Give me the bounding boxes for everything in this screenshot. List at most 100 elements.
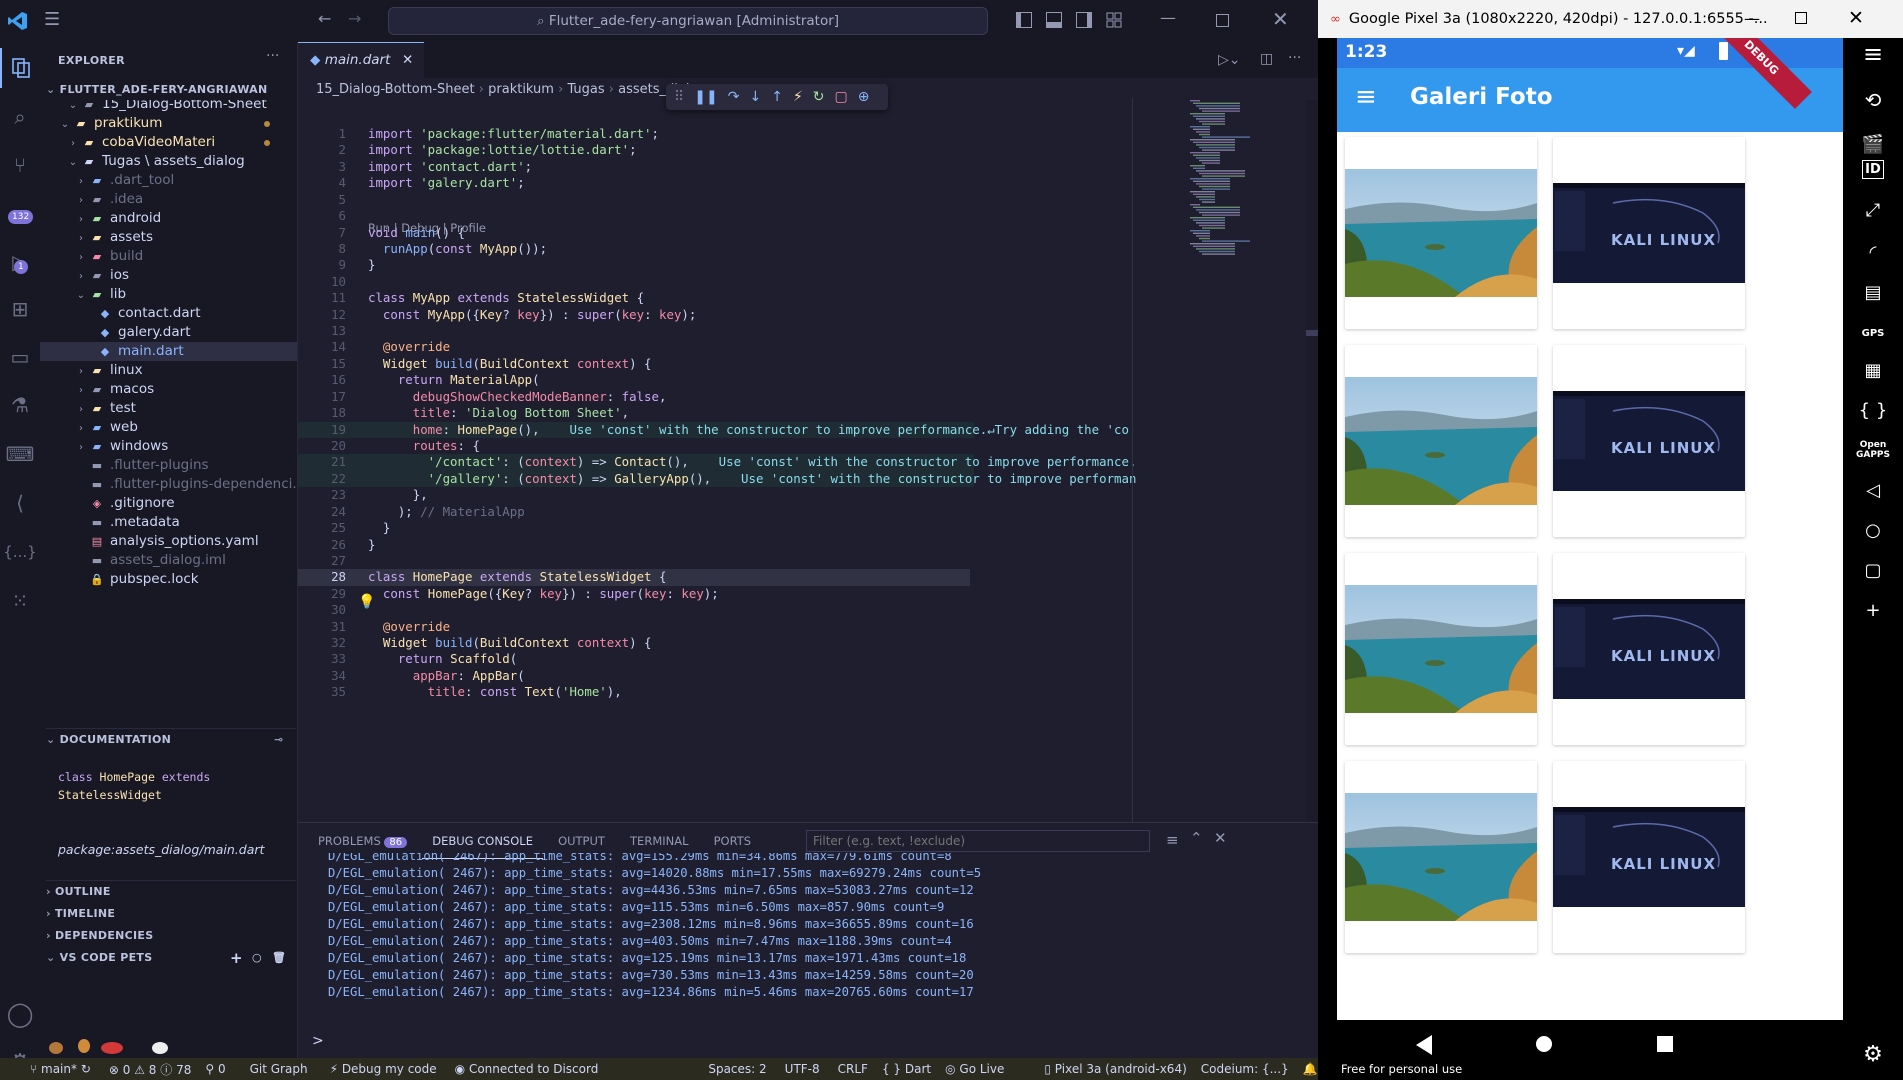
tree-item[interactable]: ▤ analysis_options.yaml (40, 532, 297, 551)
tree-item[interactable]: ▬ assets_dialog.iml (40, 551, 297, 570)
gallery-card[interactable] (1345, 761, 1537, 953)
tree-item[interactable]: › ▰ .idea (40, 190, 297, 209)
tree-item[interactable]: ▬ .metadata (40, 513, 297, 532)
command-center-search[interactable]: ⌕ Flutter_ade-fery-angriawan [Administra… (388, 7, 988, 35)
tree-item[interactable]: › ▰ build (40, 247, 297, 266)
close-icon[interactable]: ✕ (1272, 7, 1289, 31)
phone-sd-icon[interactable]: ▤ (1843, 282, 1903, 303)
emu-settings-icon[interactable]: ⚙ (1843, 1042, 1903, 1067)
code-line[interactable]: 13 (298, 323, 1318, 339)
nav-home-icon[interactable] (1536, 1036, 1552, 1052)
maximize-panel-icon[interactable]: ⌃ (1190, 829, 1203, 847)
nav-back-icon[interactable] (1415, 1034, 1433, 1056)
source-control-icon[interactable]: ⑂ (0, 145, 40, 185)
code-line[interactable]: 5 (298, 192, 1318, 208)
tree-item[interactable]: ⌄ ▰ lib (40, 285, 297, 304)
notifications-bell-icon[interactable]: 🔔 (1303, 1062, 1318, 1076)
console-prompt[interactable]: > (312, 1033, 324, 1049)
lightbulb-icon[interactable]: 💡 (358, 594, 375, 610)
tree-item[interactable]: › ▰ cobaVideoMateri (40, 133, 297, 152)
workspace-root[interactable]: ⌄ FLUTTER_ADE-FERY-ANGRIAWAN (46, 79, 296, 101)
overview-icon[interactable]: ▢ (1843, 560, 1903, 581)
code-line[interactable]: 23 }, (298, 487, 1318, 503)
tree-item[interactable]: › ▰ android (40, 209, 297, 228)
gps-icon[interactable]: GPS (1843, 328, 1903, 339)
code-line[interactable]: 27 (298, 553, 1318, 569)
tree-item[interactable]: › ▰ linux (40, 361, 297, 380)
tree-item[interactable]: › ▰ windows (40, 437, 297, 456)
flutter-icon[interactable]: ⟨ (0, 483, 40, 523)
add-icon[interactable]: + (1843, 600, 1903, 621)
close-panel-icon[interactable]: ✕ (1214, 829, 1227, 847)
encoding-item[interactable]: UTF-8 (785, 1062, 820, 1076)
code-line[interactable]: 32 Widget build(BuildContext context) { (298, 635, 1318, 651)
gallery-card[interactable]: KALI LINUX (1553, 761, 1745, 953)
toggle-secondary-sidebar-icon[interactable] (1076, 12, 1092, 28)
code-line[interactable]: 20 routes: { (298, 438, 1318, 454)
add-pet-icon[interactable]: + (230, 947, 243, 969)
code-line[interactable]: 6 (298, 208, 1318, 224)
git-graph-item[interactable]: Git Graph (250, 1062, 308, 1076)
code-line[interactable]: 22 '/gallery': (context) => GalleryApp()… (298, 470, 1136, 488)
gallery-card[interactable] (1345, 137, 1537, 329)
code-line[interactable]: 29 const HomePage({Key? key}) : super(ke… (298, 586, 1318, 602)
code-line[interactable]: 24 ); // MaterialApp (298, 504, 1318, 520)
testing-icon[interactable]: ⚗ (0, 385, 40, 425)
tree-item[interactable]: › ▰ assets (40, 228, 297, 247)
timeline-section[interactable]: › TIMELINE (46, 903, 296, 925)
tree-item[interactable]: › ▰ web (40, 418, 297, 437)
tree-item[interactable]: ▬ .flutter-plugins-dependenci... (40, 475, 297, 494)
tab-main-dart[interactable]: ◆ main.dart ✕ (298, 42, 424, 78)
run-dropdown-icon[interactable]: ▷⌄ (1218, 52, 1241, 68)
fullscreen-icon[interactable]: ⤢ (1843, 200, 1903, 221)
golive-item[interactable]: ◎ Go Live (945, 1062, 1004, 1076)
code-icon[interactable]: { } (1843, 400, 1903, 421)
code-line[interactable]: 26} (298, 537, 1318, 553)
code-line[interactable]: 10 (298, 274, 1318, 290)
rss-icon[interactable]: ◜ (1843, 242, 1903, 263)
emu-minimize-icon[interactable]: — (1744, 9, 1760, 28)
gallery-card[interactable] (1345, 345, 1537, 537)
back-arrow-icon[interactable]: ← (318, 9, 331, 28)
gallery-card[interactable]: KALI LINUX (1553, 553, 1745, 745)
problems-item[interactable]: ⊗ 0 ⚠ 8 ⓘ 78 (109, 1061, 191, 1078)
account-icon[interactable]: ◯ (0, 994, 40, 1034)
home-icon[interactable]: ○ (1843, 520, 1903, 541)
discord-item[interactable]: ◉ Connected to Discord (455, 1062, 599, 1076)
code-line[interactable]: 2 import 'package:lottie/lottie.dart'; (298, 142, 1318, 158)
code-line[interactable]: 31 @override (298, 619, 1318, 635)
json-icon[interactable]: {...} (0, 532, 40, 572)
clear-console-icon[interactable]: ≡ (1166, 831, 1179, 849)
toggle-panel-icon[interactable] (1046, 12, 1062, 28)
maximize-icon[interactable] (1216, 14, 1229, 27)
explorer-icon[interactable] (0, 48, 40, 88)
breadcrumb-item[interactable]: 15_Dialog-Bottom-Sheet (316, 82, 475, 97)
editor-more-icon[interactable]: ··· (1288, 50, 1301, 66)
code-line[interactable]: 25 } (298, 520, 1318, 536)
code-view[interactable]: 1 import 'package:flutter/material.dart';… (298, 98, 1318, 822)
split-editor-icon[interactable]: ◫ (1260, 51, 1273, 67)
id-icon[interactable]: ID (1843, 160, 1903, 179)
code-line[interactable]: 12 const MyApp({Key? key}) : super(key: … (298, 307, 1318, 323)
code-line[interactable]: 14 @override (298, 339, 1318, 355)
code-line[interactable]: 33 return Scaffold( (298, 651, 1318, 667)
code-line[interactable]: 19 home: HomePage(), Use 'const' with th… (298, 421, 1129, 438)
tree-item[interactable]: ⌄ ▰ praktikum (40, 114, 297, 133)
tree-item[interactable]: › ▰ macos (40, 380, 297, 399)
minimap[interactable] (1188, 100, 1298, 280)
toggle-sidebar-icon[interactable] (1016, 12, 1032, 28)
tree-item[interactable]: 🔒 pubspec.lock (40, 570, 297, 589)
code-line[interactable]: 3 import 'contact.dart'; (298, 159, 1318, 175)
dependencies-section[interactable]: › DEPENDENCIES (46, 925, 296, 947)
code-line[interactable]: 35 title: const Text('Home'), (298, 684, 1318, 700)
code-line[interactable]: 7 void main() { (298, 225, 1318, 241)
code-line[interactable]: 4 import 'galery.dart'; (298, 175, 1318, 191)
ball-icon[interactable]: ○ (252, 947, 262, 969)
branch-item[interactable]: ⑂ main* ↻ (30, 1062, 91, 1076)
language-item[interactable]: { } Dart (882, 1062, 931, 1076)
tree-item[interactable]: ⌄ ▰ 15_Dialog-Bottom-Sheet (40, 100, 297, 114)
vscode-pets-section[interactable]: ⌄ VS CODE PETS + ○ 🗑 (46, 947, 296, 969)
breadcrumb-item[interactable]: praktikum (488, 82, 554, 97)
forward-arrow-icon[interactable]: → (348, 9, 361, 28)
remote-explorer-icon[interactable]: ▭ (0, 337, 40, 377)
